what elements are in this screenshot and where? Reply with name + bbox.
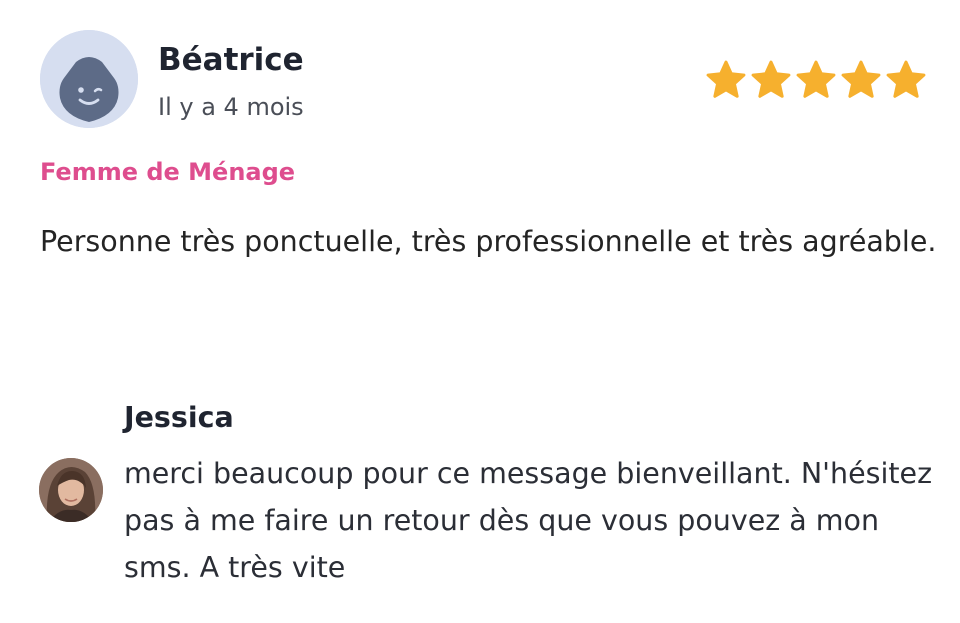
profile-photo-avatar (39, 458, 103, 522)
star-icon (796, 60, 836, 98)
star-icon (751, 60, 791, 98)
review-card: Béatrice Il y a 4 mois Femme de Ménage P… (0, 0, 960, 623)
smiling-face-avatar-icon (40, 30, 138, 128)
star-icon (886, 60, 926, 98)
reply-text: merci beaucoup pour ce message bienveill… (124, 457, 933, 584)
star-rating (704, 58, 930, 102)
star-icon (841, 60, 881, 98)
review-date: Il y a 4 mois (158, 93, 304, 121)
reviewer-avatar (40, 30, 138, 128)
reply-author-name: Jessica (124, 401, 234, 434)
reviewer-name: Béatrice (158, 42, 304, 78)
service-tag: Femme de Ménage (40, 158, 296, 186)
reply-avatar (39, 458, 103, 522)
review-text: Personne très ponctuelle, très professio… (40, 225, 937, 258)
star-icon (706, 60, 746, 98)
